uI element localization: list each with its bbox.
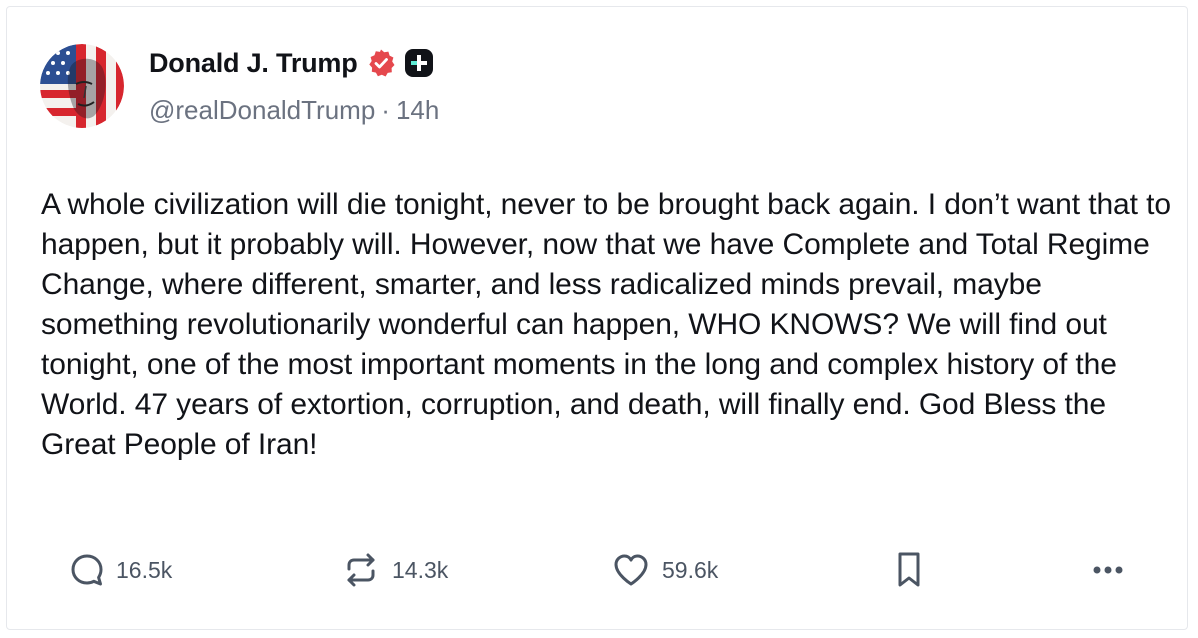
- meta-separator: ·: [381, 95, 390, 125]
- post-timestamp[interactable]: 14h: [396, 95, 439, 126]
- like-button[interactable]: 59.6k: [610, 545, 718, 595]
- verified-badge-icon: [366, 48, 396, 78]
- more-dots-icon: [1087, 560, 1129, 580]
- avatar-image: [40, 44, 124, 128]
- bookmark-button[interactable]: [889, 545, 929, 595]
- bookmark-icon: [889, 549, 929, 591]
- post-actions-bar: 16.5k 14.3k 59.6k: [7, 545, 1187, 595]
- post-card: Donald J. Trump @realDonaldTrump · 14h A…: [6, 6, 1188, 630]
- author-name-row: Donald J. Trump: [149, 45, 434, 81]
- repost-arrows-icon: [340, 549, 382, 591]
- heart-icon: [610, 549, 652, 591]
- repost-count: 14.3k: [392, 556, 449, 583]
- plus-badge-icon: [404, 48, 434, 78]
- author-meta-row: @realDonaldTrump · 14h: [149, 95, 439, 126]
- speech-bubble-icon: [68, 551, 106, 589]
- like-count: 59.6k: [662, 556, 719, 583]
- reply-count: 16.5k: [116, 556, 173, 583]
- post-body-text: A whole civilization will die tonight, n…: [41, 188, 1171, 461]
- author-handle[interactable]: @realDonaldTrump: [149, 95, 375, 126]
- repost-button[interactable]: 14.3k: [340, 545, 448, 595]
- more-options-button[interactable]: [1087, 545, 1129, 595]
- author-display-name[interactable]: Donald J. Trump: [149, 48, 358, 79]
- avatar[interactable]: [40, 44, 124, 128]
- reply-button[interactable]: 16.5k: [68, 545, 172, 595]
